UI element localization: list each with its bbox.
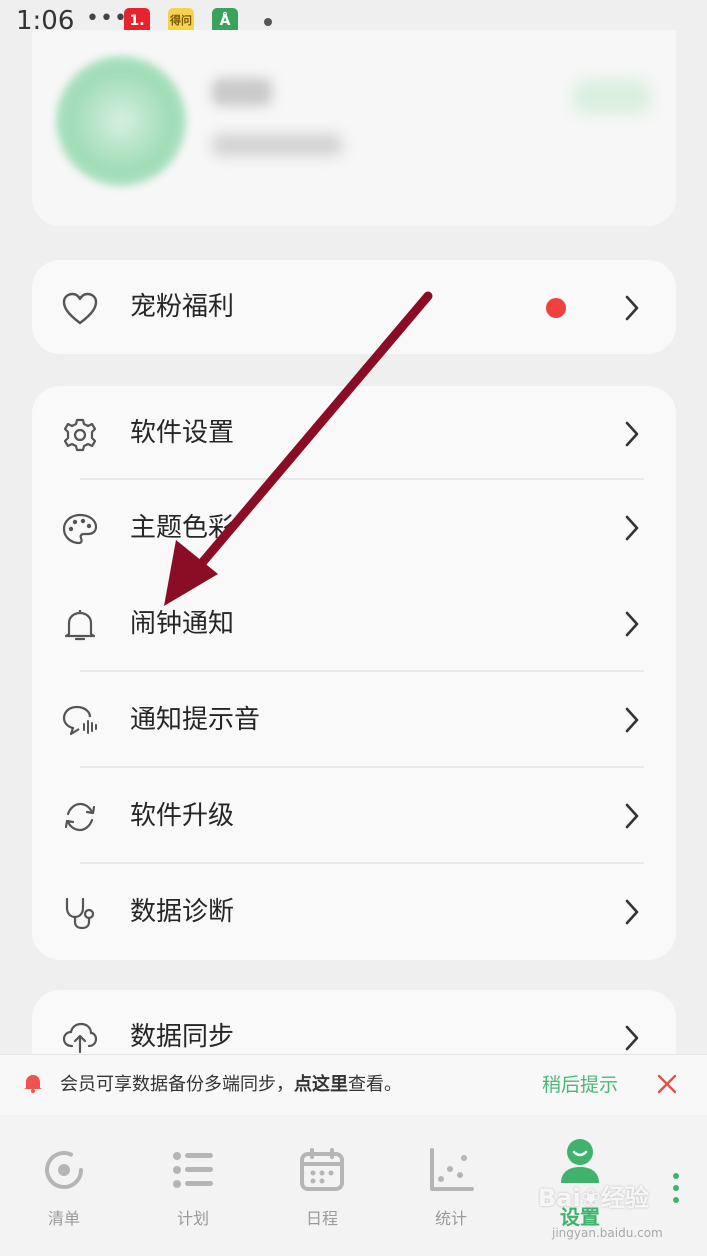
user-icon	[561, 1139, 599, 1183]
menu-item-label: 数据诊断	[130, 897, 235, 927]
tab-label: 统计	[434, 1209, 467, 1228]
gear-icon	[63, 418, 97, 452]
more-options-icon[interactable]	[672, 1172, 680, 1204]
welfare-label: 宠粉福利	[130, 292, 235, 322]
chevron-right-icon	[625, 899, 639, 925]
welfare-card: 宠粉福利	[32, 260, 676, 354]
watermark-logo: Bai❀经验	[538, 1184, 649, 1212]
menu-item-software-settings[interactable]: 软件设置	[32, 386, 676, 480]
user-id-blurred	[212, 134, 342, 156]
remind-later-button[interactable]: 稍后提示	[542, 1055, 618, 1115]
chevron-right-icon	[625, 295, 639, 321]
notice-text-before: 会员可享数据备份多端同步，	[60, 1074, 294, 1095]
notification-dot	[264, 18, 272, 26]
menu-item-notification-sound[interactable]: 通知提示音	[32, 672, 676, 768]
menu-item-theme-color[interactable]: 主题色彩	[32, 480, 676, 576]
profile-card[interactable]	[32, 30, 676, 226]
calendar-icon	[300, 1148, 344, 1191]
sound-bubble-icon	[62, 705, 97, 736]
membership-notice-bar[interactable]: 会员可享数据备份多端同步，点这里查看。 稍后提示	[0, 1054, 707, 1115]
palette-icon	[62, 513, 98, 545]
watermark-url: jingyan.baidu.com	[552, 1226, 663, 1240]
notice-text-after: 查看。	[348, 1074, 402, 1095]
settings-card: 软件设置 主题色彩 闹钟通知 通知提示音 软件升级 数据诊断	[32, 386, 676, 960]
list-icon	[173, 1152, 213, 1188]
notice-link[interactable]: 点这里	[294, 1074, 348, 1095]
tab-label: 计划	[176, 1209, 209, 1228]
chevron-right-icon	[625, 1025, 639, 1051]
chevron-right-icon	[625, 515, 639, 541]
user-name-blurred	[212, 78, 272, 106]
menu-item-label: 软件升级	[130, 801, 235, 831]
menu-item-label: 通知提示音	[130, 705, 261, 735]
menu-item-software-upgrade[interactable]: 软件升级	[32, 768, 676, 864]
menu-item-data-diagnosis[interactable]: 数据诊断	[32, 864, 676, 960]
chevron-right-icon	[625, 707, 639, 733]
chevron-right-icon	[625, 421, 639, 447]
cloud-upload-icon	[62, 1022, 98, 1054]
bell-icon	[24, 1075, 42, 1093]
red-dot-badge	[546, 298, 566, 318]
chevron-right-icon	[625, 611, 639, 637]
heart-icon	[62, 292, 98, 325]
tab-label: 清单	[47, 1209, 80, 1228]
menu-item-label: 闹钟通知	[130, 609, 235, 639]
notice-text[interactable]: 会员可享数据备份多端同步，点这里查看。	[60, 1055, 402, 1115]
chevron-right-icon	[625, 803, 639, 829]
menu-item-label: 主题色彩	[130, 513, 235, 543]
stethoscope-icon	[65, 897, 95, 930]
scatter-chart-icon	[430, 1148, 474, 1191]
close-icon[interactable]	[656, 1073, 678, 1095]
tab-statistics[interactable]: 统计	[401, 1115, 501, 1256]
menu-item-alarm-notification[interactable]: 闹钟通知	[32, 576, 676, 672]
menu-item-label: 软件设置	[130, 418, 235, 448]
bell-icon	[64, 610, 96, 641]
status-more-dots: •••	[86, 6, 128, 31]
tab-plan[interactable]: 计划	[143, 1115, 243, 1256]
avatar[interactable]	[56, 56, 186, 186]
welfare-row[interactable]: 宠粉福利	[32, 260, 676, 354]
tab-schedule[interactable]: 日程	[272, 1115, 372, 1256]
member-badge-blurred[interactable]	[572, 80, 652, 114]
refresh-icon	[64, 802, 96, 832]
tab-list[interactable]: 清单	[14, 1115, 114, 1256]
tab-label: 日程	[305, 1209, 338, 1228]
circle-target-icon	[45, 1151, 83, 1189]
